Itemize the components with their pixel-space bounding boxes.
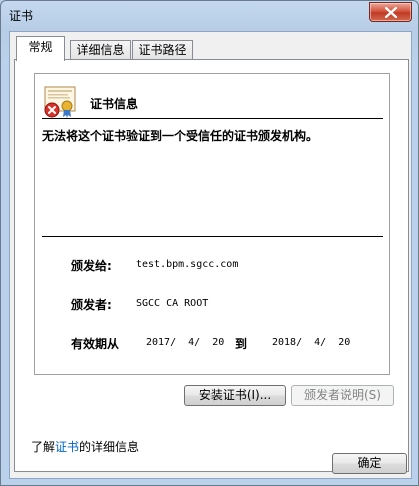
certificate-info-box: 证书信息 无法将这个证书验证到一个受信任的证书颁发机构。 颁发给: test.b… bbox=[34, 73, 390, 375]
tab-strip: 常规 详细信息 证书路径 bbox=[14, 36, 409, 61]
dialog-client-area: 常规 详细信息 证书路径 证书信息 无法将这个证书验证到一个受信任的证书颁发机构… bbox=[9, 31, 412, 479]
window-title: 证书 bbox=[9, 9, 34, 23]
tab-general[interactable]: 常规 bbox=[16, 36, 65, 61]
issuer-statement-button[interactable]: 颁发者说明(S) bbox=[291, 385, 394, 406]
valid-to-value: 2018/ 4/ 20 bbox=[272, 337, 351, 348]
issued-by-value: SGCC CA ROOT bbox=[136, 298, 209, 309]
issued-to-value: test.bpm.sgcc.com bbox=[136, 259, 239, 270]
close-button[interactable] bbox=[369, 2, 412, 22]
ok-button[interactable]: 确定 bbox=[332, 453, 407, 474]
title-bar: 证书 bbox=[1, 1, 418, 31]
issued-to-label: 颁发给: bbox=[71, 259, 112, 273]
validity-label: 有效期从 bbox=[71, 337, 120, 351]
tab-certification-path[interactable]: 证书路径 bbox=[132, 40, 193, 60]
valid-from-value: 2017/ 4/ 20 bbox=[146, 337, 225, 348]
certificate-dialog: 证书 常规 详细信息 证书路径 证书信息 无法将这个证书验证到一个受信任的证书颁… bbox=[0, 0, 419, 486]
learn-more-text: 了解证书的详细信息 bbox=[31, 438, 139, 455]
tab-details[interactable]: 详细信息 bbox=[70, 40, 131, 60]
divider bbox=[42, 236, 383, 237]
issued-by-label: 颁发者: bbox=[71, 298, 112, 312]
certificate-info-heading: 证书信息 bbox=[90, 97, 139, 111]
validity-to-label: 到 bbox=[235, 337, 248, 351]
general-tab-panel: 证书信息 无法将这个证书验证到一个受信任的证书颁发机构。 颁发给: test.b… bbox=[14, 59, 409, 472]
certificate-link[interactable]: 证书 bbox=[55, 440, 79, 454]
learn-more-prefix: 了解 bbox=[31, 440, 56, 454]
install-certificate-button[interactable]: 安装证书(I)... bbox=[184, 385, 286, 406]
untrusted-warning: 无法将这个证书验证到一个受信任的证书颁发机构。 bbox=[42, 129, 319, 143]
divider bbox=[42, 118, 383, 119]
certificate-error-icon bbox=[44, 86, 76, 118]
close-icon bbox=[385, 7, 397, 18]
learn-more-suffix: 的详细信息 bbox=[79, 440, 140, 454]
